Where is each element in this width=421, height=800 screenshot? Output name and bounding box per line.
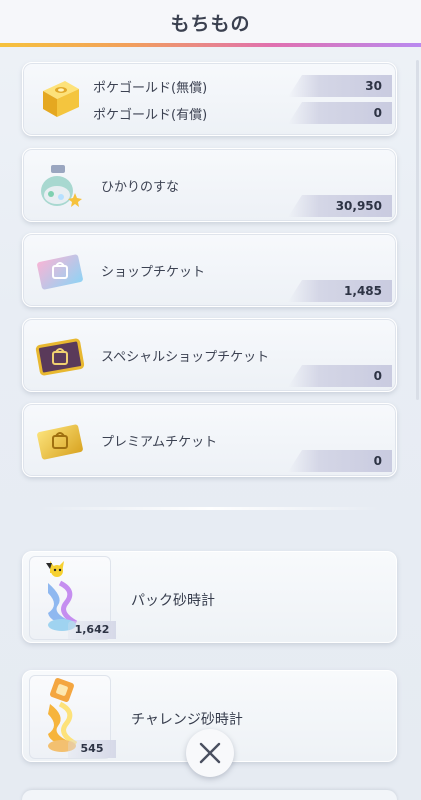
shop-ticket-icon: [35, 246, 85, 296]
divider: [40, 507, 380, 510]
scrollbar[interactable]: [416, 60, 419, 400]
hourglass-thumb: 1,642: [29, 556, 116, 640]
gold-bar-icon: [35, 75, 85, 125]
item-value: 0: [288, 102, 392, 124]
item-value: 0: [288, 365, 392, 387]
header: もちもの: [0, 0, 421, 44]
item-label: ポケゴールド(有償): [93, 108, 208, 123]
item-card-premium[interactable]: プレミアムチケット 0: [22, 403, 397, 477]
hourglass-count: 545: [68, 740, 116, 758]
premium-ticket-icon: [35, 416, 85, 466]
item-card-shop[interactable]: ショップチケット 1,485: [22, 233, 397, 307]
hourglass-label: チャレンジ砂時計: [131, 712, 243, 728]
item-label: ポケゴールド(無償): [93, 81, 208, 96]
close-button[interactable]: [186, 729, 234, 777]
page-title: もちもの: [170, 12, 251, 35]
item-label: ひかりのすな: [101, 180, 180, 195]
item-value: 1,485: [288, 280, 392, 302]
item-card-sand[interactable]: ひかりのすな 30,950: [22, 148, 397, 222]
item-label: ショップチケット: [101, 265, 206, 280]
item-label: スペシャルショップチケット: [101, 350, 270, 365]
item-card-special[interactable]: スペシャルショップチケット 0: [22, 318, 397, 392]
item-value: 0: [288, 450, 392, 472]
header-accent-bar: [0, 43, 421, 47]
sand-bottle-icon: [35, 161, 85, 211]
item-value: 30,950: [288, 195, 392, 217]
item-label: プレミアムチケット: [101, 435, 218, 450]
item-value: 30: [288, 75, 392, 97]
item-card-gold[interactable]: ポケゴールド(無償) ポケゴールド(有償) 30 0: [22, 62, 397, 136]
hourglass-thumb: 545: [29, 675, 116, 759]
hourglass-card-pack[interactable]: 1,642 パック砂時計: [22, 551, 397, 643]
close-icon: [199, 742, 221, 764]
hourglass-card-next[interactable]: [22, 790, 397, 800]
hourglass-label: パック砂時計: [131, 593, 215, 609]
hourglass-count: 1,642: [68, 621, 116, 639]
special-shop-ticket-icon: [35, 331, 85, 381]
